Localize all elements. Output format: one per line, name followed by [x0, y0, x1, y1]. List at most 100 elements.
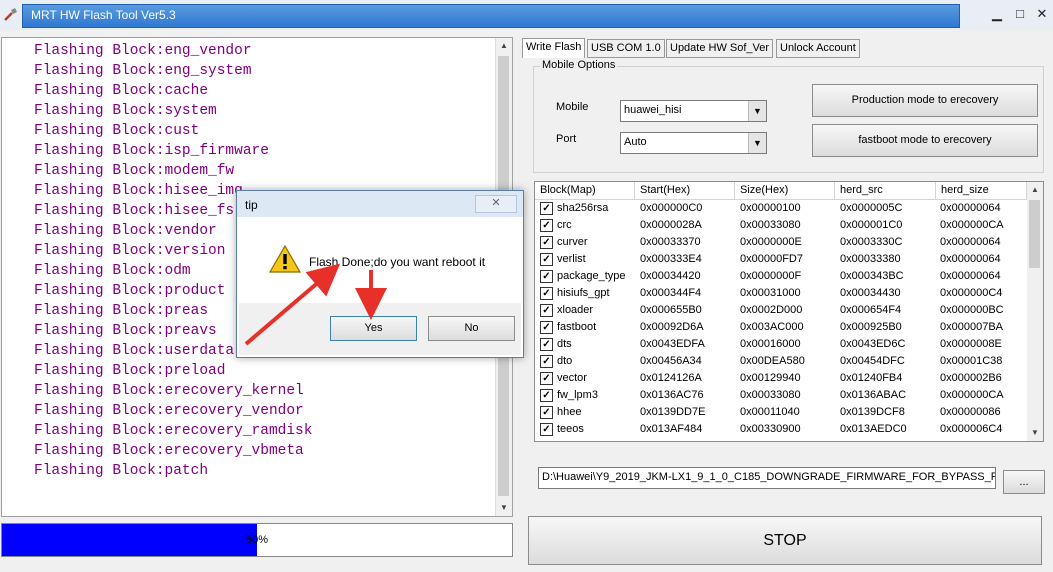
row-checkbox[interactable]: ✓ [540, 219, 553, 232]
dialog-body: Flash Done;do you want reboot it [239, 219, 521, 303]
table-scroll-thumb[interactable] [1029, 200, 1040, 268]
table-row[interactable]: ✓ dto 0x00456A34 0x00DEA580 0x00454DFC 0x0000… [535, 353, 1027, 370]
row-checkbox[interactable]: ✓ [540, 202, 553, 215]
port-select-value: Auto [624, 136, 647, 148]
cell-size: 0x00033080 [740, 219, 801, 231]
table-row[interactable]: ✓ hhee 0x0139DD7E 0x00011040 0x0139DCF8 0x000… [535, 404, 1027, 421]
tab-update-hw[interactable]: Update HW Sof_Ver [666, 39, 774, 58]
minimize-button[interactable]: ▁ [988, 5, 1006, 23]
scroll-down-icon[interactable]: ▼ [496, 500, 512, 516]
cell-hsize: 0x0000008E [940, 338, 1002, 350]
log-line: Flashing Block:erecovery_kernel [34, 383, 304, 399]
row-checkbox[interactable]: ✓ [540, 355, 553, 368]
cell-start: 0x00033370 [640, 236, 701, 248]
row-checkbox[interactable]: ✓ [540, 253, 553, 266]
app-icon [4, 8, 17, 21]
table-row[interactable]: ✓ teeos 0x013AF484 0x00330900 0x013AEDC0 0x00… [535, 421, 1027, 438]
chevron-down-icon[interactable]: ▼ [748, 133, 766, 153]
table-row[interactable]: ✓ xloader 0x000655B0 0x0002D000 0x000654F4 0x… [535, 302, 1027, 319]
chevron-down-icon[interactable]: ▼ [748, 101, 766, 121]
cell-start: 0x000000C0 [640, 202, 703, 214]
cell-start: 0x000333E4 [640, 253, 702, 265]
cell-block: verlist [557, 253, 586, 265]
window-title-field: MRT HW Flash Tool Ver5.3 [22, 4, 960, 28]
firmware-path-field[interactable]: D:\Huawei\Y9_2019_JKM-LX1_9_1_0_C185_DOW… [538, 467, 996, 489]
cell-src: 0x0139DCF8 [840, 406, 905, 418]
cell-start: 0x0136AC76 [640, 389, 704, 401]
col-herd-src[interactable]: herd_src [835, 182, 936, 199]
cell-size: 0x00000FD7 [740, 253, 803, 265]
row-checkbox[interactable]: ✓ [540, 372, 553, 385]
scroll-down-icon[interactable]: ▼ [1027, 425, 1043, 441]
dialog-title-bar: tip ✕ [237, 191, 523, 217]
table-row[interactable]: ✓ package_type 0x00034420 0x0000000F 0x00034… [535, 268, 1027, 285]
cell-src: 0x00033380 [840, 253, 901, 265]
row-checkbox[interactable]: ✓ [540, 389, 553, 402]
table-row[interactable]: ✓ vector 0x0124126A 0x00129940 0x01240FB4 0x0… [535, 370, 1027, 387]
port-select[interactable]: Auto ▼ [620, 132, 767, 154]
yes-button[interactable]: Yes [330, 316, 417, 341]
row-checkbox[interactable]: ✓ [540, 270, 553, 283]
row-checkbox[interactable]: ✓ [540, 338, 553, 351]
row-checkbox[interactable]: ✓ [540, 304, 553, 317]
table-scrollbar[interactable]: ▲ ▼ [1027, 182, 1043, 441]
table-row[interactable]: ✓ fw_lpm3 0x0136AC76 0x00033080 0x0136ABAC 0x… [535, 387, 1027, 404]
table-row[interactable]: ✓ crc 0x0000028A 0x00033080 0x000001C0 0x0000… [535, 217, 1027, 234]
cell-start: 0x00092D6A [640, 321, 704, 333]
cell-src: 0x0000005C [840, 202, 903, 214]
cell-size: 0x00033080 [740, 389, 801, 401]
table-row[interactable]: ✓ curver 0x00033370 0x0000000E 0x0003330C 0x0… [535, 234, 1027, 251]
log-line: Flashing Block:patch [34, 463, 209, 479]
dialog-footer: Yes No [239, 303, 521, 355]
col-block[interactable]: Block(Map) [535, 182, 635, 199]
scroll-up-icon[interactable]: ▲ [1027, 182, 1043, 198]
table-row[interactable]: ✓ verlist 0x000333E4 0x00000FD7 0x00033380 0x… [535, 251, 1027, 268]
row-checkbox[interactable]: ✓ [540, 406, 553, 419]
row-checkbox[interactable]: ✓ [540, 287, 553, 300]
col-size[interactable]: Size(Hex) [735, 182, 835, 199]
mobile-options-group: Mobile Options Mobile huawei_hisi ▼ Port… [533, 59, 1044, 173]
dialog-title: tip [245, 198, 258, 212]
cell-hsize: 0x00000064 [940, 253, 1001, 265]
cell-block: dto [557, 355, 573, 367]
cell-hsize: 0x000000C4 [940, 287, 1003, 299]
log-line: Flashing Block:erecovery_vbmeta [34, 443, 304, 459]
table-row[interactable]: ✓ fastboot 0x00092D6A 0x003AC000 0x000925B0 0… [535, 319, 1027, 336]
log-line: Flashing Block:cust [34, 123, 200, 139]
cell-hsize: 0x000000CA [940, 219, 1004, 231]
table-row[interactable]: ✓ dts 0x0043EDFA 0x00016000 0x0043ED6C 0x0000… [535, 336, 1027, 353]
browse-button[interactable]: ... [1003, 470, 1045, 494]
cell-size: 0x00016000 [740, 338, 801, 350]
stop-button[interactable]: STOP [528, 516, 1042, 565]
col-herd-size[interactable]: herd_size [936, 182, 1027, 199]
row-checkbox[interactable]: ✓ [540, 321, 553, 334]
row-checkbox[interactable]: ✓ [540, 236, 553, 249]
log-line: Flashing Block:preload [34, 363, 226, 379]
cell-size: 0x00000100 [740, 202, 801, 214]
cell-src: 0x000001C0 [840, 219, 903, 231]
cell-size: 0x003AC000 [740, 321, 804, 333]
block-table: Block(Map) Start(Hex) Size(Hex) herd_src… [534, 181, 1044, 442]
cell-src: 0x000343BC [840, 270, 904, 282]
table-row[interactable]: ✓ sha256rsa 0x000000C0 0x00000100 0x0000005C… [535, 200, 1027, 217]
col-start[interactable]: Start(Hex) [635, 182, 735, 199]
cell-src: 0x01240FB4 [840, 372, 903, 384]
tab-write-flash[interactable]: Write Flash [522, 38, 586, 58]
cell-block: fastboot [557, 321, 597, 333]
table-row[interactable]: ✓ hisiufs_gpt 0x000344F4 0x00031000 0x000344… [535, 285, 1027, 302]
cell-block: xloader [557, 304, 594, 316]
row-checkbox[interactable]: ✓ [540, 423, 553, 436]
production-mode-button[interactable]: Production mode to erecovery [812, 84, 1038, 117]
mobile-select[interactable]: huawei_hisi ▼ [620, 100, 767, 122]
close-button[interactable]: ✕ [1033, 5, 1051, 23]
cell-size: 0x0002D000 [740, 304, 803, 316]
no-button[interactable]: No [428, 316, 515, 341]
scroll-up-icon[interactable]: ▲ [496, 38, 512, 54]
tab-usb-com[interactable]: USB COM 1.0 [587, 39, 665, 58]
cell-size: 0x0000000F [740, 270, 802, 282]
dialog-close-button[interactable]: ✕ [475, 195, 517, 213]
cell-size: 0x00330900 [740, 423, 801, 435]
maximize-button[interactable]: □ [1011, 5, 1029, 23]
tab-unlock-account[interactable]: Unlock Account [776, 39, 860, 58]
fastboot-mode-button[interactable]: fastboot mode to erecovery [812, 124, 1038, 157]
